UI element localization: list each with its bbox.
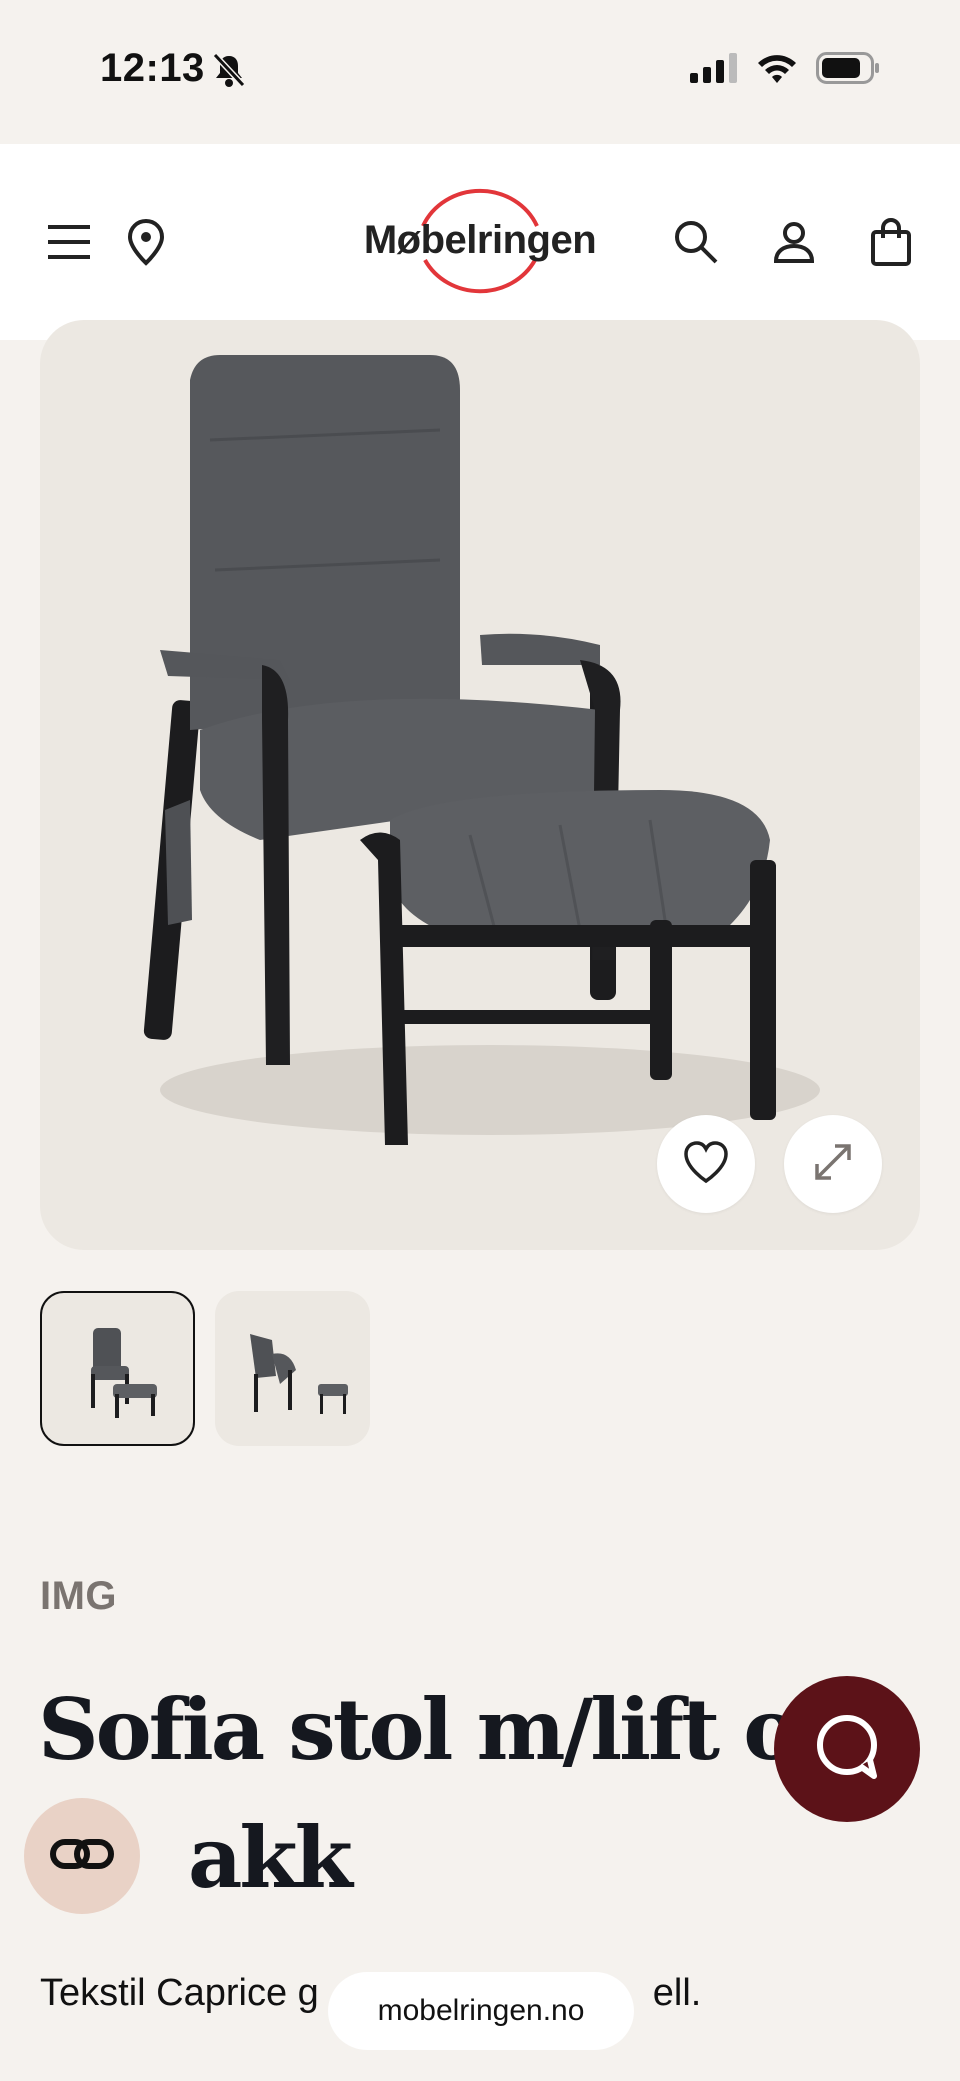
thumbnail-chair-image bbox=[90, 1327, 157, 1418]
status-time: 12:13 bbox=[100, 46, 205, 90]
battery-icon bbox=[816, 52, 880, 89]
status-bar: 12:13 bbox=[0, 0, 960, 144]
chat-icon bbox=[808, 1708, 886, 1791]
bell-slash-icon bbox=[212, 52, 246, 93]
thumbnail-reclined-image bbox=[249, 1333, 348, 1414]
thumbnail-2[interactable] bbox=[215, 1291, 370, 1446]
site-logo[interactable]: Møbelringen bbox=[355, 180, 605, 304]
search-icon[interactable] bbox=[672, 144, 720, 340]
product-brand[interactable]: IMG bbox=[40, 1574, 117, 1619]
location-pin-icon[interactable] bbox=[124, 144, 168, 340]
shopping-bag-icon[interactable] bbox=[868, 144, 914, 340]
user-icon[interactable] bbox=[772, 144, 816, 340]
logo-text: Møbelringen bbox=[363, 218, 597, 262]
wifi-icon bbox=[756, 52, 798, 89]
product-title-line-2: akk bbox=[188, 1808, 353, 1907]
site-header: Møbelringen bbox=[0, 144, 960, 340]
signal-icon bbox=[690, 53, 738, 88]
expand-image-button[interactable] bbox=[784, 1115, 882, 1213]
chat-button[interactable] bbox=[774, 1676, 920, 1822]
browser-url-bar[interactable]: mobelringen.no bbox=[328, 1972, 634, 2050]
menu-icon[interactable] bbox=[44, 144, 94, 340]
heart-icon bbox=[682, 1140, 730, 1189]
expand-icon bbox=[811, 1140, 855, 1189]
chair-illustration bbox=[143, 355, 820, 1145]
status-icons bbox=[690, 52, 880, 89]
link-icon bbox=[50, 1836, 114, 1877]
favorite-button[interactable] bbox=[657, 1115, 755, 1213]
product-page: 12:13 Møbelringen IMG Sofia stol m/lift … bbox=[0, 0, 960, 2081]
thumbnail-1[interactable] bbox=[40, 1291, 195, 1446]
product-subtitle-start: Tekstil Caprice g bbox=[40, 1972, 319, 2014]
floating-link-button[interactable] bbox=[24, 1798, 140, 1914]
product-image[interactable] bbox=[40, 320, 920, 1250]
product-subtitle-end: ell. bbox=[652, 1972, 702, 2014]
